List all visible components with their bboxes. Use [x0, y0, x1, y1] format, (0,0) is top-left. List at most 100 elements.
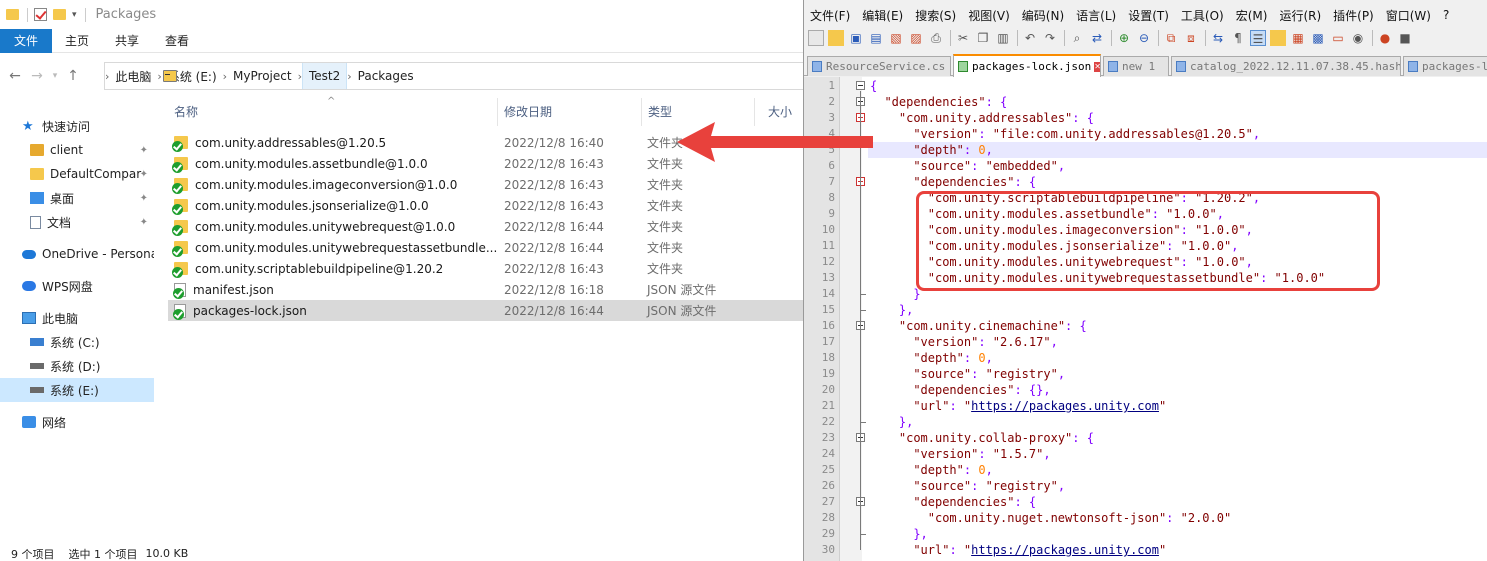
- customize-dropdown-icon[interactable]: ▾: [72, 10, 77, 20]
- divider: [27, 7, 28, 22]
- undo-icon[interactable]: ↶: [1022, 30, 1038, 46]
- nav-defaultcompany[interactable]: DefaultCompar ✦: [0, 162, 154, 186]
- code-editor[interactable]: 1 2 3 4 5 6 7 8 9 10 11 12 13 14 15 16 17 18 19 20 21 22 23 24 2…: [804, 77, 1487, 561]
- menu-encoding[interactable]: 编码(N): [1016, 7, 1070, 24]
- tab-packages-lock[interactable]: packages-lock.json ✕: [953, 54, 1101, 77]
- properties-icon[interactable]: [34, 8, 47, 21]
- nav-client[interactable]: client ✦: [0, 138, 154, 162]
- desktop-icon: [30, 192, 44, 204]
- word-wrap-icon[interactable]: ⇆: [1210, 30, 1226, 46]
- column-type[interactable]: 类型: [628, 98, 672, 126]
- breadcrumb-packages[interactable]: Packages: [352, 69, 420, 83]
- save-all-icon[interactable]: ▤: [868, 30, 884, 46]
- redo-icon[interactable]: ↷: [1042, 30, 1058, 46]
- window-title: Packages: [95, 7, 157, 22]
- menu-edit[interactable]: 编辑(E): [856, 7, 909, 24]
- menu-help[interactable]: ?: [1437, 8, 1455, 22]
- code-line: "url": "https://packages.unity.com": [913, 399, 1167, 413]
- tab-view[interactable]: 查看: [152, 29, 202, 53]
- tab-new-1[interactable]: new 1: [1103, 56, 1169, 76]
- nav-drive-e[interactable]: 系统 (E:): [0, 378, 154, 402]
- folder-workspace-icon[interactable]: ▭: [1330, 30, 1346, 46]
- fold-toggle-icon[interactable]: [856, 81, 865, 90]
- line-number: 8: [828, 191, 835, 204]
- nav-drive-c[interactable]: 系统 (C:): [0, 330, 154, 354]
- cut-icon[interactable]: ✂: [955, 30, 971, 46]
- nav-drive-d[interactable]: 系统 (D:): [0, 354, 154, 378]
- print-icon[interactable]: ⎙: [928, 30, 944, 46]
- nav-documents[interactable]: 文档 ✦: [0, 210, 154, 234]
- nav-desktop[interactable]: 桌面 ✦: [0, 186, 154, 210]
- doc-map-icon[interactable]: ▦: [1290, 30, 1306, 46]
- menu-tools[interactable]: 工具(O): [1175, 7, 1230, 24]
- menu-view[interactable]: 视图(V): [962, 7, 1016, 24]
- record-macro-icon[interactable]: ●: [1377, 30, 1393, 46]
- list-item[interactable]: com.unity.modules.imageconversion@1.0.0 …: [168, 174, 803, 195]
- forward-arrow-icon[interactable]: →: [26, 68, 48, 84]
- menu-window[interactable]: 窗口(W): [1380, 7, 1437, 24]
- menu-settings[interactable]: 设置(T): [1122, 7, 1175, 24]
- nav-this-pc[interactable]: 此电脑: [0, 306, 154, 330]
- back-arrow-icon[interactable]: ←: [4, 68, 26, 84]
- tab-file[interactable]: 文件: [0, 28, 53, 53]
- close-icon[interactable]: ✕: [1094, 61, 1100, 72]
- sync-vertical-icon[interactable]: ⧉: [1163, 30, 1179, 46]
- up-arrow-icon[interactable]: ↑: [62, 68, 84, 84]
- open-file-icon[interactable]: [828, 30, 844, 46]
- close-file-icon[interactable]: ▧: [888, 30, 904, 46]
- column-date-modified[interactable]: 修改日期: [484, 98, 552, 126]
- menu-run[interactable]: 运行(R): [1273, 7, 1327, 24]
- zoom-out-icon[interactable]: ⊖: [1136, 30, 1152, 46]
- list-item[interactable]: packages-lock.json 2022/12/8 16:44 JSON …: [168, 300, 803, 321]
- nav-network[interactable]: 网络: [0, 410, 154, 434]
- tab-share[interactable]: 共享: [102, 29, 152, 53]
- recent-dropdown-icon[interactable]: ▾: [48, 71, 62, 81]
- breadcrumb-myproject[interactable]: MyProject: [227, 69, 298, 83]
- replace-icon[interactable]: ⇄: [1089, 30, 1105, 46]
- show-all-chars-icon[interactable]: ¶: [1230, 30, 1246, 46]
- new-file-icon[interactable]: [808, 30, 824, 46]
- code-line: "version": "file:com.unity.addressables@…: [913, 127, 1261, 141]
- breadcrumb-this-pc[interactable]: 此电脑: [109, 68, 157, 85]
- breadcrumb-test2[interactable]: Test2: [301, 63, 348, 89]
- new-folder-icon[interactable]: [53, 9, 66, 20]
- menu-macro[interactable]: 宏(M): [1230, 7, 1274, 24]
- list-item[interactable]: com.unity.modules.unitywebrequestassetbu…: [168, 237, 803, 258]
- column-name[interactable]: 名称: [154, 98, 198, 126]
- save-icon[interactable]: ▣: [848, 30, 864, 46]
- tab-resourceservice[interactable]: ResourceService.cs: [807, 56, 951, 76]
- menu-search[interactable]: 搜索(S): [909, 7, 962, 24]
- nav-wps-cloud[interactable]: WPS网盘: [0, 274, 154, 298]
- menu-language[interactable]: 语言(L): [1070, 7, 1122, 24]
- sync-horizontal-icon[interactable]: ⧈: [1183, 30, 1199, 46]
- folder-user-icon: [30, 144, 44, 156]
- menu-plugins[interactable]: 插件(P): [1327, 7, 1380, 24]
- list-item[interactable]: com.unity.scriptablebuildpipeline@1.20.2…: [168, 258, 803, 279]
- nav-onedrive[interactable]: OneDrive - Persona: [0, 242, 154, 266]
- code-line: "dependencies": {: [913, 495, 1037, 509]
- monitoring-icon[interactable]: ◉: [1350, 30, 1366, 46]
- line-number: 28: [821, 511, 835, 524]
- function-list-icon[interactable]: ▩: [1310, 30, 1326, 46]
- list-item[interactable]: com.unity.modules.jsonserialize@1.0.0 20…: [168, 195, 803, 216]
- paste-icon[interactable]: ▥: [995, 30, 1011, 46]
- list-item[interactable]: com.unity.modules.unitywebrequest@1.0.0 …: [168, 216, 803, 237]
- list-item[interactable]: manifest.json 2022/12/8 16:18 JSON 源文件: [168, 279, 803, 300]
- indent-guide-icon[interactable]: ☰: [1250, 30, 1266, 46]
- tab-label: ResourceService.cs: [826, 60, 946, 73]
- find-icon[interactable]: ⌕: [1069, 30, 1085, 46]
- sync-check-icon: [173, 287, 184, 299]
- copy-icon[interactable]: ❐: [975, 30, 991, 46]
- tab-packages-lo[interactable]: packages-lo: [1403, 56, 1487, 76]
- divider: [1158, 30, 1159, 46]
- language-icon[interactable]: [1270, 30, 1286, 46]
- sync-check-icon: [172, 246, 183, 257]
- stop-macro-icon[interactable]: ■: [1397, 30, 1413, 46]
- tab-home[interactable]: 主页: [52, 29, 102, 53]
- address-bar[interactable]: › 此电脑 › 系统 (E:) › MyProject › Test2 › Pa…: [104, 62, 803, 90]
- nav-quick-access[interactable]: ★ 快速访问: [0, 114, 154, 138]
- menu-file[interactable]: 文件(F): [804, 7, 856, 24]
- zoom-in-icon[interactable]: ⊕: [1116, 30, 1132, 46]
- tab-catalog-hash[interactable]: catalog_2022.12.11.07.38.45.hash: [1171, 56, 1401, 76]
- close-all-icon[interactable]: ▨: [908, 30, 924, 46]
